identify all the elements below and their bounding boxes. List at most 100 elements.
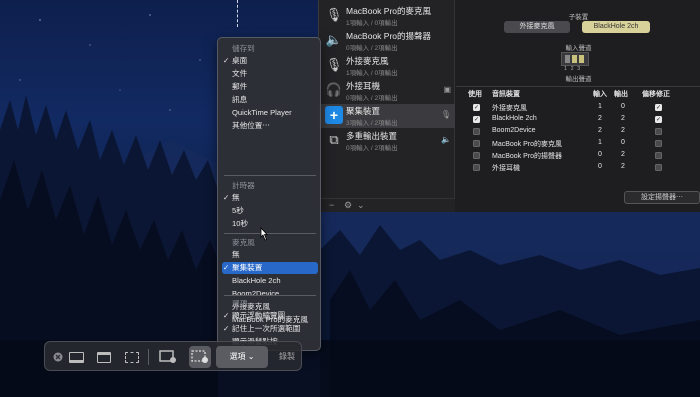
subdevice-table: 使用 音訊裝置 輸入 輸出 偏移修正 ✓ 外接麥克風 1 0 ✓ ✓ BlackHole 2…	[456, 86, 700, 172]
stream-numbers: 1 2 3	[564, 66, 582, 72]
audio-device-list: 🎙 MacBook Pro的麥克風 1項輸入 / 0項輸出 🔈 MacBook …	[319, 0, 455, 212]
selection-border-left	[237, 0, 238, 27]
checkmark-icon: ✓	[223, 193, 230, 202]
input-count-cell: 1	[598, 103, 602, 110]
stream-indicator	[561, 52, 589, 66]
headphones-icon: 🎧	[325, 82, 343, 97]
drift-correction-checkbox[interactable]	[655, 140, 662, 147]
use-checkbox[interactable]: ✓	[473, 104, 480, 111]
capture-entire-screen-icon[interactable]	[67, 348, 85, 366]
menu-item-label: 訊息	[232, 95, 248, 104]
menu-item-label: 10秒	[232, 219, 249, 228]
mouse-cursor-icon	[260, 227, 268, 241]
output-count-cell: 2	[621, 127, 625, 134]
menu-item-label: 桌面	[232, 56, 248, 65]
close-icon[interactable]	[49, 348, 67, 366]
drift-correction-checkbox[interactable]: ✓	[655, 116, 662, 123]
output-count-cell: 2	[621, 163, 625, 170]
device-name-cell: Boom2Device	[492, 127, 536, 134]
device-name-cell: BlackHole 2ch	[492, 115, 537, 122]
subdevice-chip-blackhole[interactable]: BlackHole 2ch	[582, 21, 650, 33]
column-use: 使用	[468, 91, 482, 98]
use-checkbox[interactable]	[473, 140, 480, 147]
menu-item-timer-1[interactable]: 5秒	[222, 205, 318, 217]
options-button[interactable]: 選項 ⌄	[216, 346, 268, 368]
menu-item-save-to-2[interactable]: 郵件	[222, 81, 318, 93]
checkmark-icon: ✓	[223, 324, 230, 333]
menu-item-label: 顯示浮動縮覽圖	[232, 311, 286, 320]
record-screen-icon[interactable]	[159, 348, 177, 366]
input-count-cell: 0	[598, 151, 602, 158]
menu-item-microphone-2[interactable]: BlackHole 2ch	[222, 275, 318, 287]
remove-device-button[interactable]: −	[329, 200, 334, 210]
table-row: Boom2Device 2 2	[456, 126, 700, 137]
input-count-cell: 0	[598, 163, 602, 170]
input-count-cell: 2	[598, 127, 602, 134]
menu-header-options: 選項	[232, 299, 248, 308]
device-name: MacBook Pro的麥克風	[346, 6, 432, 16]
drift-correction-checkbox[interactable]: ✓	[655, 104, 662, 111]
menu-item-label: 無	[232, 193, 240, 202]
menu-item-save-to-4[interactable]: QuickTime Player	[222, 107, 318, 119]
menu-item-label: 5秒	[232, 206, 244, 215]
device-name: 聚集裝置	[346, 106, 381, 116]
menu-item-label: 文件	[232, 69, 248, 78]
output-indicator-icon: ▣	[443, 85, 451, 94]
drift-correction-checkbox[interactable]	[655, 128, 662, 135]
drift-correction-checkbox[interactable]	[655, 152, 662, 159]
menu-item-timer-0[interactable]: ✓ 無	[222, 192, 318, 204]
output-count-cell: 2	[621, 151, 625, 158]
device-io-count: 0項輸入 / 2項輸出	[346, 45, 398, 52]
device-io-count: 1項輸入 / 0項輸出	[346, 20, 398, 27]
options-menu: 儲存到 ✓ 桌面 文件 郵件 訊息 QuickTime Player 其他位置⋯ 計時器 ✓…	[217, 37, 321, 351]
drift-correction-checkbox[interactable]	[655, 164, 662, 171]
device-item-aggregate[interactable]: + 聚集裝置 3項輸入 / 2項輸出 🎙	[319, 104, 455, 128]
device-item-external-mic[interactable]: 🎙 外接麥克風 1項輸入 / 0項輸出	[319, 54, 455, 78]
menu-header-timer: 計時器	[232, 181, 255, 190]
menu-item-save-to-1[interactable]: 文件	[222, 68, 318, 80]
configure-speakers-button[interactable]: 設定揚聲器⋯	[624, 191, 700, 204]
multi-output-icon: ⧉	[329, 132, 339, 147]
menu-item-label: 記住上一次所選範圍	[232, 324, 301, 333]
device-item-macbook-mic[interactable]: 🎙 MacBook Pro的麥克風 1項輸入 / 0項輸出	[319, 4, 455, 28]
device-name: 外接耳機	[346, 81, 381, 91]
capture-window-icon[interactable]	[95, 348, 113, 366]
device-name: 多重輸出裝置	[346, 131, 398, 141]
table-row: ✓ BlackHole 2ch 2 2 ✓	[456, 114, 700, 125]
use-checkbox[interactable]	[473, 164, 480, 171]
menu-header-microphone: 麥克風	[232, 238, 255, 247]
table-row: MacBook Pro的揚聲器 0 2	[456, 150, 700, 161]
device-io-count: 1項輸入 / 0項輸出	[346, 70, 398, 77]
input-count-cell: 1	[598, 139, 602, 146]
menu-item-save-to-0[interactable]: ✓ 桌面	[222, 55, 318, 67]
record-selection-icon[interactable]	[189, 346, 211, 368]
output-count-cell: 0	[621, 103, 625, 110]
use-checkbox[interactable]	[473, 152, 480, 159]
device-item-external-headphones[interactable]: 🎧 外接耳機 0項輸入 / 2項輸出 ▣	[319, 79, 455, 103]
chevron-down-icon[interactable]: ⌄	[357, 200, 365, 211]
device-item-macbook-speaker[interactable]: 🔈 MacBook Pro的揚聲器 0項輸入 / 2項輸出	[319, 29, 455, 53]
device-item-multi-output[interactable]: ⧉ 多重輸出裝置 0項輸入 / 2項輸出 🔈	[319, 129, 455, 153]
use-checkbox[interactable]: ✓	[473, 116, 480, 123]
device-io-count: 0項輸入 / 2項輸出	[346, 95, 398, 102]
output-count-cell: 2	[621, 115, 625, 122]
menu-item-microphone-0[interactable]: 無	[222, 249, 318, 261]
audio-midi-setup-window: 🎙 MacBook Pro的麥克風 1項輸入 / 0項輸出 🔈 MacBook …	[318, 0, 700, 212]
menu-item-save-to-5[interactable]: 其他位置⋯	[222, 120, 318, 132]
menu-item-save-to-3[interactable]: 訊息	[222, 94, 318, 106]
use-checkbox[interactable]	[473, 128, 480, 135]
subdevice-chip-external-mic[interactable]: 外接麥克風	[504, 21, 570, 33]
menu-item-label: 郵件	[232, 82, 248, 91]
record-button[interactable]: 錄製	[274, 346, 300, 368]
menu-item-timer-2[interactable]: 10秒	[222, 218, 318, 230]
device-name-cell: MacBook Pro的麥克風	[492, 141, 563, 148]
mic-icon: 🎙	[325, 7, 343, 22]
menu-item-option-0[interactable]: ✓ 顯示浮動縮覽圖	[222, 310, 318, 322]
menu-item-microphone-1[interactable]: ✓ 聚集裝置	[222, 262, 318, 274]
menu-item-option-1[interactable]: ✓ 記住上一次所選範圍	[222, 323, 318, 335]
subdevice-label: 子裝置	[568, 14, 589, 21]
speaker-indicator-icon: 🔈	[441, 135, 451, 144]
input-count-cell: 2	[598, 115, 602, 122]
gear-icon[interactable]: ⚙	[344, 200, 352, 211]
capture-selection-icon[interactable]	[123, 348, 141, 366]
